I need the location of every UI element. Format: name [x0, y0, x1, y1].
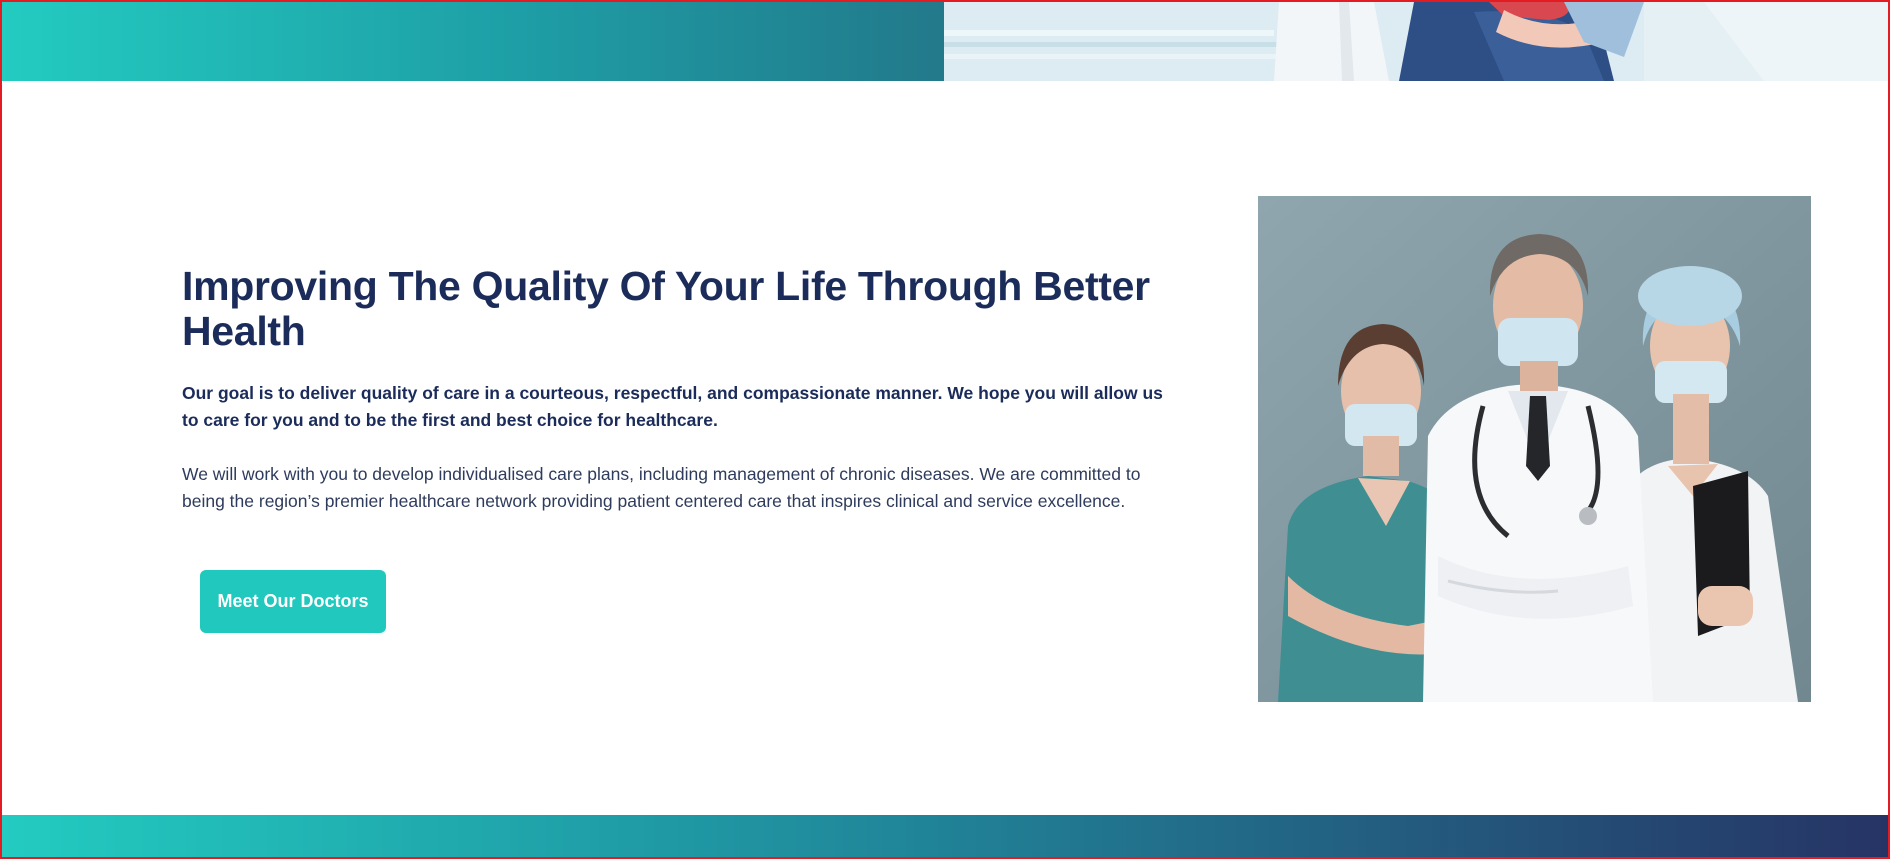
meet-our-doctors-button[interactable]: Meet Our Doctors — [200, 570, 386, 633]
section-heading: Improving The Quality Of Your Life Throu… — [182, 263, 1150, 354]
top-banner-photo — [944, 2, 1888, 81]
lead-paragraph: Our goal is to deliver quality of care i… — [182, 383, 1163, 430]
page: Improving The Quality Of Your Life Throu… — [0, 0, 1890, 859]
top-banner — [2, 2, 1888, 81]
doctors-photo — [1258, 196, 1811, 702]
bottom-banner — [2, 815, 1888, 857]
intro-section: Improving The Quality Of Your Life Throu… — [182, 264, 1182, 515]
body-paragraph: We will work with you to develop individ… — [182, 464, 1141, 511]
top-gradient-band — [2, 2, 944, 81]
